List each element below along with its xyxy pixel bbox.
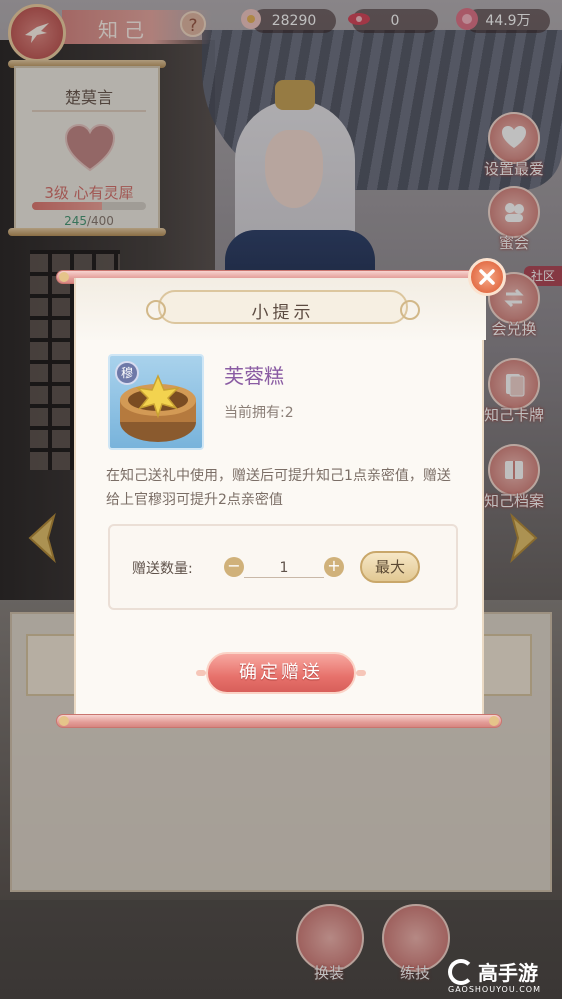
- dialog-body: 小提示 穆 芙蓉糕 当前拥有:2 在知己送礼中使用，赠送后可提升知己1点亲密值，…: [74, 278, 486, 720]
- increase-quantity-button[interactable]: +: [324, 557, 344, 577]
- quantity-selector: 赠送数量: − + 最大: [108, 524, 458, 610]
- watermark-url: GAOSHOUYOU.COM: [448, 985, 542, 994]
- item-name: 芙蓉糕: [224, 364, 284, 388]
- gift-tip-dialog: 小提示 穆 芙蓉糕 当前拥有:2 在知己送礼中使用，赠送后可提升知己1点亲密值，…: [56, 258, 506, 732]
- confirm-gift-button[interactable]: 确定赠送: [196, 652, 366, 694]
- lotus-cake-icon: 穆: [108, 354, 204, 450]
- quantity-input[interactable]: [244, 558, 324, 578]
- scroll-rod-bottom: [56, 714, 502, 728]
- quantity-label: 赠送数量:: [132, 561, 193, 577]
- close-dialog-button[interactable]: [468, 258, 506, 296]
- item-description: 在知己送礼中使用，赠送后可提升知己1点亲密值，赠送给上官穆羽可提升2点亲密值: [106, 468, 451, 508]
- item-owned-count: 当前拥有:2: [224, 405, 294, 421]
- site-watermark: 高手游 GAOSHOUYOU.COM: [446, 957, 562, 999]
- max-quantity-button[interactable]: 最大: [360, 551, 420, 583]
- dialog-header: 小提示: [76, 278, 486, 340]
- close-icon: [479, 269, 495, 285]
- watermark-logo-icon: [448, 959, 474, 985]
- watermark-text: 高手游: [478, 961, 538, 985]
- dialog-title: 小提示: [251, 303, 315, 323]
- title-banner: 小提示: [146, 290, 420, 324]
- item-badge: 穆: [115, 361, 139, 385]
- decrease-quantity-button[interactable]: −: [224, 557, 244, 577]
